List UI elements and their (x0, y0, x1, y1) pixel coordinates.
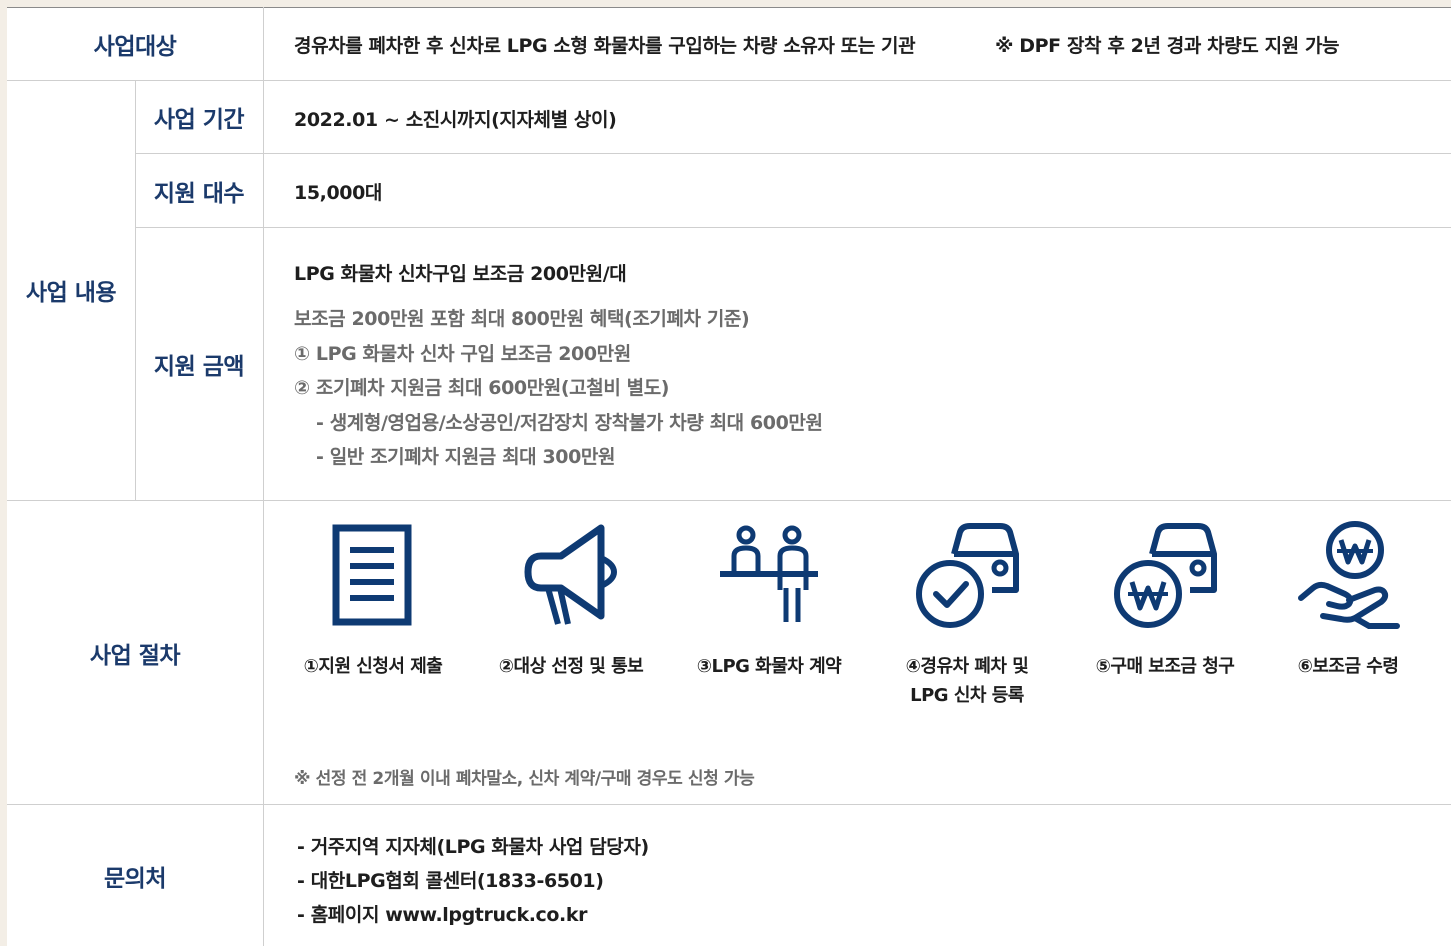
count-header: 지원 대수 (153, 180, 245, 207)
step-label-line: ④경유차 폐차 및 (905, 656, 1029, 677)
people-contract-icon (720, 525, 818, 622)
step-label: ②대상 선정 및 통보 (498, 656, 644, 677)
amount-details: 보조금 200만원 포함 최대 800만원 혜택(조기폐차 기준) ① LPG … (294, 302, 823, 475)
step-label: ⑤구매 보조금 청구 (1095, 656, 1235, 677)
amount-line: - 일반 조기폐차 지원금 최대 300만원 (316, 446, 616, 468)
hand-won-icon (1298, 521, 1400, 629)
step-1: ①지원 신청서 제출 (278, 520, 468, 681)
period-text: 2022.01 ~ 소진시까지(지자체별 상이) (294, 109, 617, 131)
step-label: ④경유차 폐차 및 LPG 신차 등록 (872, 652, 1062, 710)
inquiry-header: 문의처 (104, 865, 166, 892)
procedure-note: ※ 선정 전 2개월 이내 폐차말소, 신차 계약/구매 경우도 신청 가능 (294, 769, 755, 789)
step-label: ①지원 신청서 제출 (303, 656, 443, 677)
amount-title: LPG 화물차 신차구입 보조금 200만원/대 (294, 263, 627, 285)
car-won-icon (1114, 523, 1217, 628)
row-divider (135, 153, 1451, 154)
content-header: 사업 내용 (25, 280, 117, 306)
inquiry-line: - 거주지역 지자체(LPG 화물차 사업 담당자) (297, 836, 649, 858)
period-header: 사업 기간 (153, 107, 245, 133)
amount-line: ① LPG 화물차 신차 구입 보조금 200만원 (294, 342, 631, 365)
amount-line: ② 조기폐차 지원금 최대 600만원(고철비 별도) (294, 377, 670, 399)
step-3: ③LPG 화물차 계약 (674, 520, 864, 681)
inquiry-list: - 거주지역 지자체(LPG 화물차 사업 담당자) - 대한LPG협회 콜센터… (297, 830, 649, 932)
step-label: ⑥보조금 수령 (1297, 656, 1399, 677)
step-5: ⑤구매 보조금 청구 (1070, 520, 1260, 681)
count-text: 15,000대 (294, 182, 382, 204)
row-divider (135, 227, 1451, 228)
amount-line: 보조금 200만원 포함 최대 800만원 혜택(조기폐차 기준) (294, 308, 750, 330)
target-header: 사업대상 (93, 34, 177, 60)
document-icon (332, 524, 412, 626)
inquiry-line[interactable]: - 홈페이지 www.lpgtruck.co.kr (297, 898, 649, 932)
amount-header: 지원 금액 (153, 354, 245, 380)
target-note: ※ DPF 장착 후 2년 경과 차량도 지원 가능 (995, 35, 1340, 57)
target-text: 경유차를 폐차한 후 신차로 LPG 소형 화물차를 구입하는 차량 소유자 또… (294, 35, 916, 57)
megaphone-icon (524, 524, 618, 625)
procedure-header: 사업 절차 (89, 642, 181, 669)
step-4: ④경유차 폐차 및 LPG 신차 등록 (872, 520, 1062, 710)
amount-line: - 생계형/영업용/소상공인/저감장치 장착불가 차량 최대 600만원 (316, 411, 823, 434)
column-divider (263, 7, 264, 946)
step-2: ②대상 선정 및 통보 (476, 520, 666, 681)
car-check-icon (916, 523, 1019, 628)
step-label: ③LPG 화물차 계약 (696, 656, 842, 677)
inquiry-line: - 대한LPG협회 콜센터(1833-6501) (297, 870, 604, 892)
step-6: ⑥보조금 수령 (1253, 520, 1443, 681)
step-label-line: LPG 신차 등록 (910, 685, 1024, 706)
